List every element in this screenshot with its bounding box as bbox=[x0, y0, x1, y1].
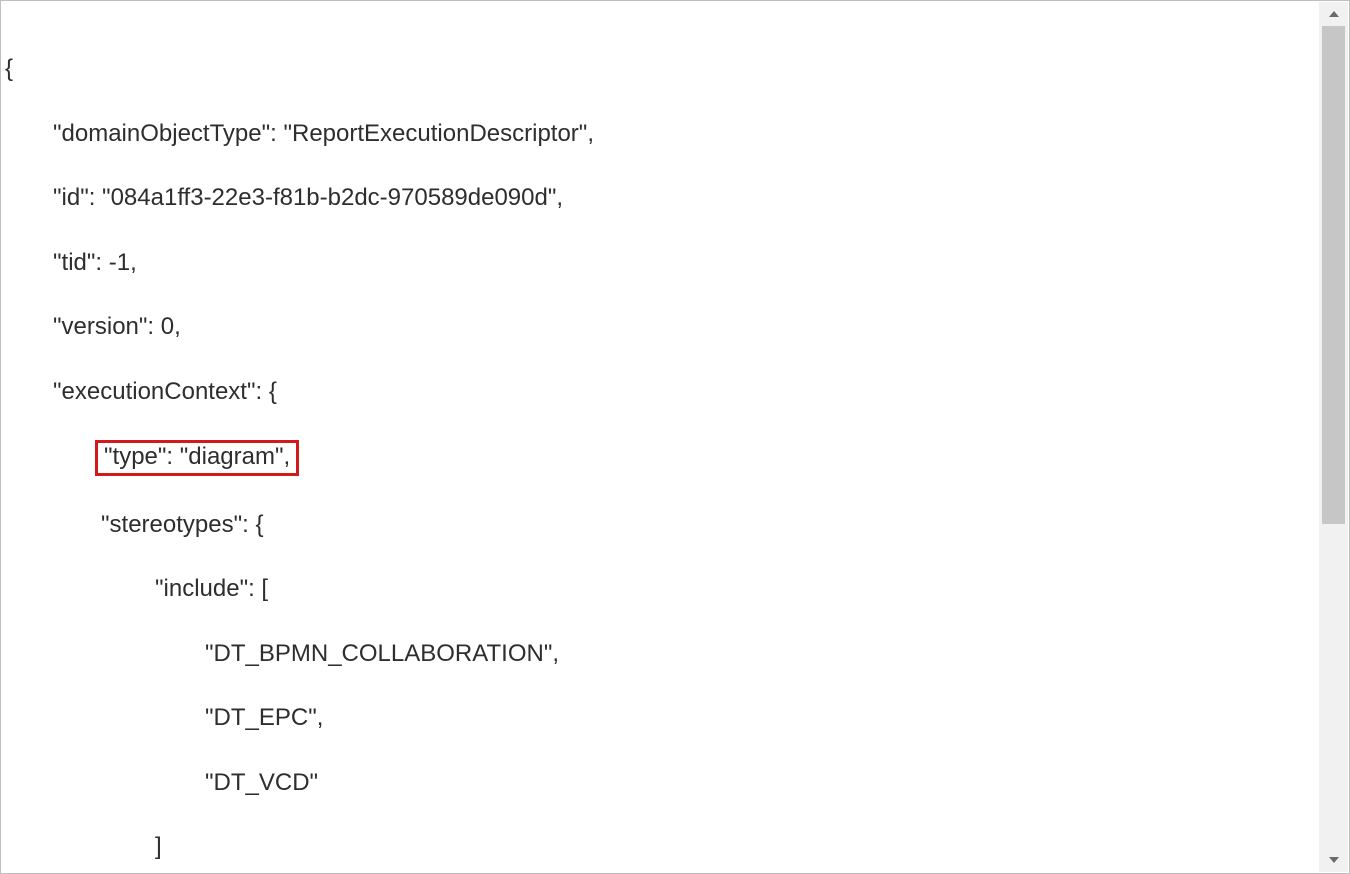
code-line-highlighted: "type": "diagram", bbox=[5, 440, 1314, 476]
code-line: ] bbox=[5, 831, 1314, 863]
json-code-block: { "domainObjectType": "ReportExecutionDe… bbox=[1, 1, 1318, 873]
code-viewer-frame: { "domainObjectType": "ReportExecutionDe… bbox=[0, 0, 1350, 874]
code-content-area: { "domainObjectType": "ReportExecutionDe… bbox=[1, 1, 1318, 873]
chevron-down-icon bbox=[1329, 857, 1339, 863]
code-line: "tid": -1, bbox=[5, 247, 1314, 279]
chevron-up-icon bbox=[1329, 11, 1339, 17]
code-line: "domainObjectType": "ReportExecutionDesc… bbox=[5, 118, 1314, 150]
scrollbar-thumb[interactable] bbox=[1322, 26, 1345, 524]
vertical-scrollbar[interactable] bbox=[1319, 2, 1348, 872]
code-line: "include": [ bbox=[5, 573, 1314, 605]
code-line: "stereotypes": { bbox=[5, 509, 1314, 541]
code-line: { bbox=[5, 53, 1314, 85]
code-line: "executionContext": { bbox=[5, 376, 1314, 408]
code-line: "version": 0, bbox=[5, 311, 1314, 343]
code-line: "id": "084a1ff3-22e3-f81b-b2dc-970589de0… bbox=[5, 182, 1314, 214]
scroll-up-button[interactable] bbox=[1319, 2, 1348, 26]
code-line: "DT_EPC", bbox=[5, 702, 1314, 734]
highlight-box: "type": "diagram", bbox=[95, 440, 299, 476]
scroll-down-button[interactable] bbox=[1319, 848, 1348, 872]
code-line: "DT_VCD" bbox=[5, 767, 1314, 799]
code-line: "DT_BPMN_COLLABORATION", bbox=[5, 638, 1314, 670]
